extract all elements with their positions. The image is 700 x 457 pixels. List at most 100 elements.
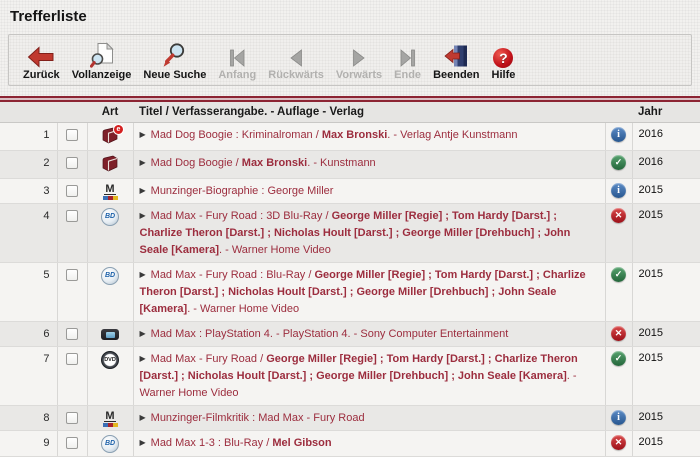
skip-last-icon (399, 41, 417, 68)
toolbar: Zurück Vollanzeige Neue Suche AnfangRückwär… (8, 34, 692, 86)
year-cell: 2015 (632, 204, 700, 263)
toolbar-button-hilfe[interactable]: ?Hilfe (486, 41, 522, 81)
title-link[interactable]: Mad Dog Boogie : Kriminalroman / Max Bro… (151, 129, 518, 141)
title-segment: Mad Max - Fury Road / (151, 353, 267, 365)
expand-arrow-icon[interactable]: ▶ (140, 158, 146, 167)
checkbox-cell (57, 204, 87, 263)
title-link[interactable]: Munzinger-Filmkritik : Mad Max - Fury Ro… (151, 412, 365, 424)
title-link[interactable]: Mad Dog Boogie / Max Bronski. - Kunstman… (151, 157, 376, 169)
row-checkbox[interactable] (66, 157, 78, 169)
row-checkbox[interactable] (66, 412, 78, 424)
expand-arrow-icon[interactable]: ▶ (140, 270, 146, 279)
expand-arrow-icon[interactable]: ▶ (140, 354, 146, 363)
available-icon[interactable]: ✓ (611, 351, 626, 366)
table-row: 6 ▶ Mad Max : PlayStation 4. - PlayStation… (0, 322, 700, 347)
status-cell: ✓ (605, 263, 632, 322)
expand-arrow-icon[interactable]: ▶ (140, 186, 146, 195)
title-cell: ▶Mad Max - Fury Road : 3D Blu-Ray / Geor… (133, 204, 605, 263)
title-cell: ▶ Munzinger-Biographie : George Miller (133, 179, 605, 204)
title-segment: Munzinger-Biographie : George Miller (151, 185, 334, 197)
title-link[interactable]: Mad Max - Fury Road / George Miller [Reg… (140, 353, 578, 399)
media-type-cell: BD (87, 204, 133, 263)
info-icon[interactable]: i (611, 183, 626, 198)
year-cell: 2015 (632, 347, 700, 406)
toolbar-button-neue-suche[interactable]: Neue Suche (137, 41, 212, 81)
checkbox-cell (57, 123, 87, 151)
title-link[interactable]: Mad Max - Fury Road : 3D Blu-Ray / Georg… (140, 210, 571, 256)
title-link[interactable]: Munzinger-Biographie : George Miller (151, 185, 334, 197)
expand-arrow-icon[interactable]: ▶ (140, 413, 146, 422)
expand-arrow-icon[interactable]: ▶ (140, 438, 146, 447)
title-segment: . - Warner Home Video (219, 244, 331, 256)
toolbar-button-label: Ende (394, 69, 421, 81)
ebook-icon: e (100, 127, 120, 147)
toolbar-button-zurueck[interactable]: Zurück (17, 41, 66, 81)
results-table: Art Titel / Verfasserangabe. - Auflage -… (0, 102, 700, 457)
table-row: 9BD▶Mad Max 1-3 : Blu-Ray / Mel Gibson✕2… (0, 431, 700, 457)
media-type-cell: M (87, 406, 133, 431)
media-type-cell: BD (87, 263, 133, 322)
info-icon[interactable]: i (611, 410, 626, 425)
bluray-icon: BD (101, 435, 119, 453)
expand-arrow-icon[interactable]: ▶ (140, 211, 146, 220)
row-number: 4 (0, 204, 57, 263)
info-icon[interactable]: i (611, 127, 626, 142)
table-row: 2 ▶ Mad Dog Boogie / Max Bronski. - Kunstm… (0, 151, 700, 179)
row-number: 2 (0, 151, 57, 179)
row-checkbox[interactable] (66, 129, 78, 141)
question-mark-icon: ? (493, 48, 513, 68)
media-type-cell: e (87, 123, 133, 151)
status-cell: i (605, 123, 632, 151)
expand-arrow-icon[interactable]: ▶ (140, 329, 146, 338)
table-row: 8M▶Munzinger-Filmkritik : Mad Max - Fury… (0, 406, 700, 431)
title-cell: ▶ Mad Max : PlayStation 4. - PlayStation … (133, 322, 605, 347)
available-icon[interactable]: ✓ (611, 155, 626, 170)
year-cell: 2016 (632, 123, 700, 151)
media-type-cell (87, 151, 133, 179)
title-segment: Mad Max : PlayStation 4. - PlayStation 4… (151, 328, 509, 340)
unavailable-icon[interactable]: ✕ (611, 435, 626, 450)
table-row: 7DVD▶Mad Max - Fury Road / George Miller… (0, 347, 700, 406)
header-checkbox (57, 102, 87, 123)
title-link[interactable]: Mad Max - Fury Road : Blu-Ray / George M… (140, 269, 586, 315)
year-cell: 2015 (632, 179, 700, 204)
row-number: 6 (0, 322, 57, 347)
title-cell: ▶ Mad Max 1-3 : Blu-Ray / Mel Gibson (133, 431, 605, 457)
title-link[interactable]: Mad Max 1-3 : Blu-Ray / Mel Gibson (151, 437, 332, 449)
status-cell: i (605, 406, 632, 431)
row-checkbox[interactable] (66, 353, 78, 365)
toolbar-button-vollanzeige[interactable]: Vollanzeige (66, 41, 138, 81)
toolbar-button-label: Neue Suche (143, 69, 206, 81)
unavailable-icon[interactable]: ✕ (611, 326, 626, 341)
row-checkbox[interactable] (66, 210, 78, 222)
title-segment: Munzinger-Filmkritik : Mad Max - Fury Ro… (151, 412, 365, 424)
available-icon[interactable]: ✓ (611, 267, 626, 282)
title-segment: . - Warner Home Video (187, 303, 299, 315)
expand-arrow-icon[interactable]: ▶ (140, 130, 146, 139)
media-type-cell (87, 322, 133, 347)
toolbar-button-rueckwaerts: Rückwärts (262, 41, 330, 81)
back-arrow-icon (27, 41, 55, 68)
year-cell: 2015 (632, 431, 700, 457)
header-status (605, 102, 632, 123)
title-link[interactable]: Mad Max : PlayStation 4. - PlayStation 4… (151, 328, 509, 340)
media-type-cell: BD (87, 431, 133, 457)
toolbar-button-label: Vollanzeige (72, 69, 132, 81)
toolbar-button-beenden[interactable]: Beenden (427, 41, 485, 81)
toolbar-button-label: Zurück (23, 69, 60, 81)
row-number: 1 (0, 123, 57, 151)
help-icon: ? (493, 41, 513, 68)
exit-door-icon (443, 41, 469, 68)
arrow-left-icon (288, 41, 304, 68)
toolbar-button-anfang: Anfang (212, 41, 262, 81)
unavailable-icon[interactable]: ✕ (611, 208, 626, 223)
status-cell: ✕ (605, 204, 632, 263)
row-checkbox[interactable] (66, 269, 78, 281)
checkbox-cell (57, 151, 87, 179)
row-checkbox[interactable] (66, 437, 78, 449)
row-checkbox[interactable] (66, 328, 78, 340)
arrow-right-icon (351, 41, 367, 68)
row-checkbox[interactable] (66, 185, 78, 197)
title-segment: Mad Max - Fury Road : 3D Blu-Ray / (151, 210, 332, 222)
page-title: Trefferliste (10, 8, 700, 25)
